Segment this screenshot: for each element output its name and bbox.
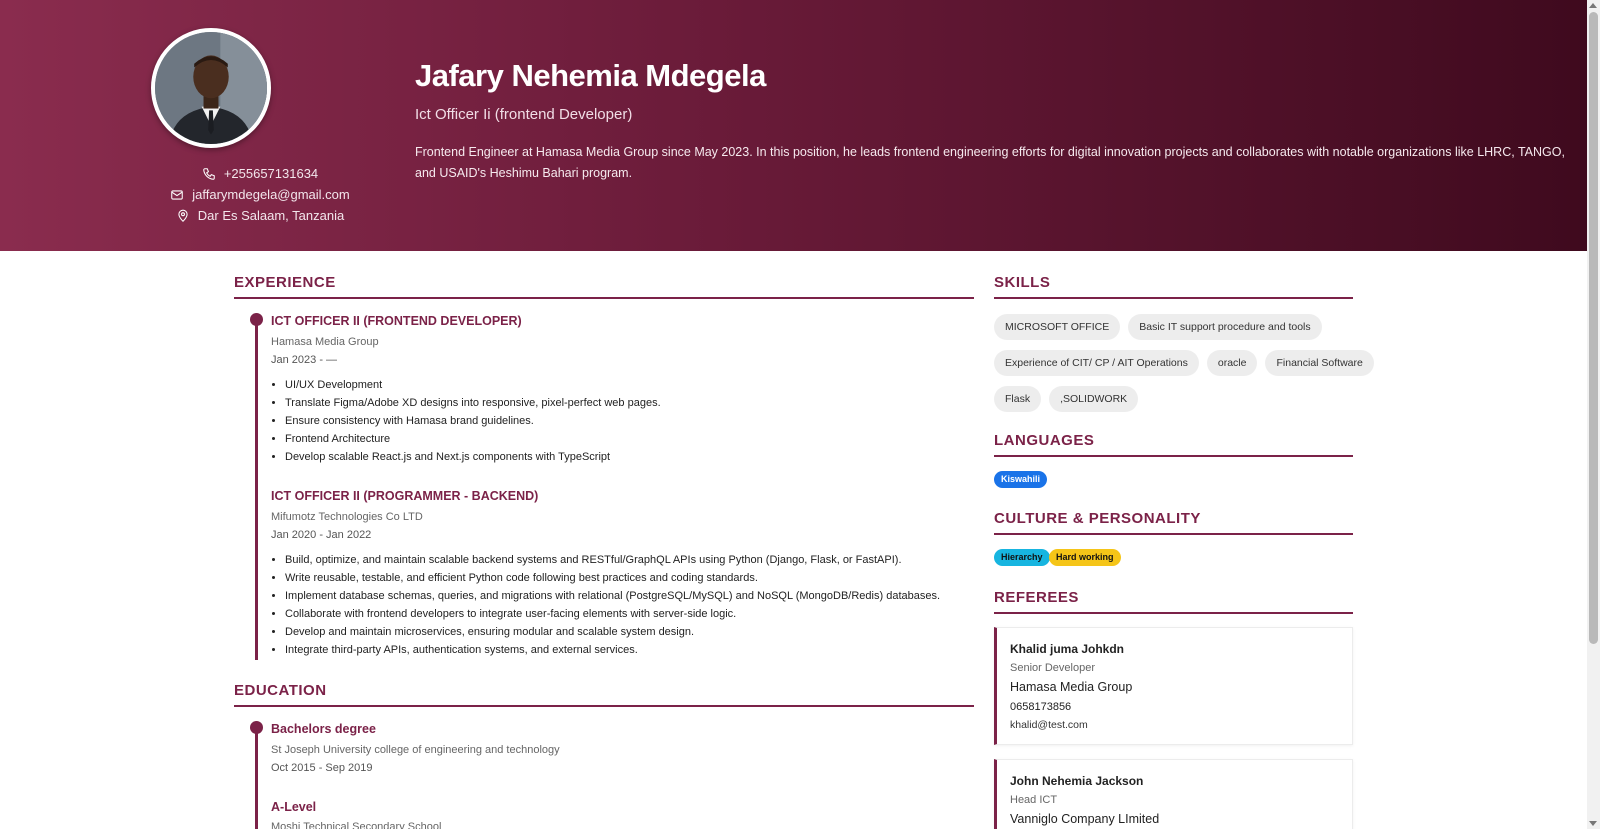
profile-photo — [155, 32, 267, 144]
referee-card: John Nehemia Jackson Head ICT Vanniglo C… — [994, 759, 1353, 829]
skills-heading: SKILLS — [994, 274, 1353, 299]
job-company: Hamasa Media Group — [271, 336, 379, 348]
list-item: Implement database schemas, queries, and… — [285, 587, 940, 605]
referee-email: khalid@test.com — [1010, 719, 1088, 731]
skill-chip: MICROSOFT OFFICE — [994, 314, 1121, 340]
referee-card: Khalid juma Johkdn Senior Developer Hama… — [994, 627, 1353, 745]
email-text: jaffarymdegela@gmail.com — [192, 187, 350, 202]
referee-name: John Nehemia Jackson — [1010, 774, 1144, 788]
skill-chip: oracle — [1206, 350, 1258, 376]
timeline-dot — [250, 313, 263, 326]
list-item: Ensure consistency with Hamasa brand gui… — [285, 412, 661, 430]
language-badge: Kiswahili — [994, 471, 1048, 488]
referee-phone: 0658173856 — [1010, 701, 1072, 713]
avatar — [151, 28, 271, 148]
skill-chip: Experience of CIT/ CP / AIT Operations — [994, 350, 1199, 376]
list-item: Collaborate with frontend developers to … — [285, 605, 940, 623]
job-title: ICT OFFICER II (PROGRAMMER - BACKEND) — [271, 489, 539, 503]
referee-org: Hamasa Media Group — [1010, 680, 1133, 694]
timeline-dot — [250, 721, 263, 734]
mail-icon — [171, 189, 184, 200]
skill-chip: ,SOLIDWORK — [1049, 386, 1139, 412]
scroll-up-icon[interactable] — [1589, 3, 1597, 8]
job-bullets: Build, optimize, and maintain scalable b… — [271, 551, 940, 659]
experience-timeline — [255, 320, 258, 660]
location-pin-icon — [178, 209, 188, 222]
job-dates: Jan 2020 - Jan 2022 — [271, 529, 372, 541]
culture-heading: CULTURE & PERSONALITY — [994, 510, 1353, 535]
job-bullets: UI/UX Development Translate Figma/Adobe … — [271, 376, 661, 466]
education-school: Moshi Technical Secondary School — [271, 821, 442, 829]
education-school: St Joseph University college of engineer… — [271, 744, 560, 756]
culture-badge: Hierarchy — [994, 549, 1050, 566]
location-text: Dar Es Salaam, Tanzania — [197, 208, 345, 223]
list-item: UI/UX Development — [285, 376, 661, 394]
scroll-down-icon[interactable] — [1589, 821, 1597, 826]
list-item: Build, optimize, and maintain scalable b… — [285, 551, 940, 569]
list-item: Integrate third-party APIs, authenticati… — [285, 641, 940, 659]
list-item: Frontend Architecture — [285, 430, 661, 448]
profile-summary: Frontend Engineer at Hamasa Media Group … — [415, 145, 1565, 180]
job-company: Mifumotz Technologies Co LTD — [271, 511, 423, 523]
education-degree: A-Level — [271, 800, 317, 814]
page-scrollbar[interactable] — [1587, 0, 1600, 829]
profile-name: Jafary Nehemia Mdegela — [415, 58, 766, 93]
education-degree: Bachelors degree — [271, 722, 376, 736]
phone-icon — [203, 167, 215, 180]
contact-phone[interactable]: +255657131634 — [100, 163, 420, 184]
job-dates: Jan 2023 - — — [271, 354, 338, 366]
contact-email[interactable]: jaffarymdegela@gmail.com — [100, 184, 420, 205]
skill-chip: Basic IT support procedure and tools — [1128, 314, 1322, 340]
experience-heading: EXPERIENCE — [234, 274, 974, 299]
job-title: ICT OFFICER II (FRONTEND DEVELOPER) — [271, 314, 522, 328]
education-timeline — [255, 728, 258, 829]
skill-chip: Flask — [994, 386, 1042, 412]
education-dates: Oct 2015 - Sep 2019 — [271, 762, 373, 774]
profile-role: Ict Officer Ii (frontend Developer) — [415, 106, 633, 123]
profile-header: +255657131634 jaffarymdegela@gmail.com D… — [0, 0, 1587, 251]
skill-chip: Financial Software — [1265, 350, 1374, 376]
referee-org: Vanniglo Company LImited — [1010, 812, 1160, 826]
list-item: Translate Figma/Adobe XD designs into re… — [285, 394, 661, 412]
referee-position: Head ICT — [1010, 794, 1058, 806]
referee-name: Khalid juma Johkdn — [1010, 642, 1125, 656]
list-item: Write reusable, testable, and efficient … — [285, 569, 940, 587]
scrollbar-thumb[interactable] — [1589, 12, 1598, 644]
skills-list: MICROSOFT OFFICE Basic IT support proced… — [994, 314, 1374, 422]
languages-heading: LANGUAGES — [994, 432, 1353, 457]
list-item: Develop scalable React.js and Next.js co… — [285, 448, 661, 466]
culture-badge: Hard working — [1049, 549, 1121, 566]
contact-info: +255657131634 jaffarymdegela@gmail.com D… — [100, 163, 420, 226]
list-item: Develop and maintain microservices, ensu… — [285, 623, 940, 641]
contact-location: Dar Es Salaam, Tanzania — [100, 205, 420, 226]
referee-position: Senior Developer — [1010, 662, 1095, 674]
phone-text: +255657131634 — [223, 166, 319, 181]
education-heading: EDUCATION — [234, 682, 974, 707]
referees-heading: REFEREES — [994, 589, 1353, 614]
